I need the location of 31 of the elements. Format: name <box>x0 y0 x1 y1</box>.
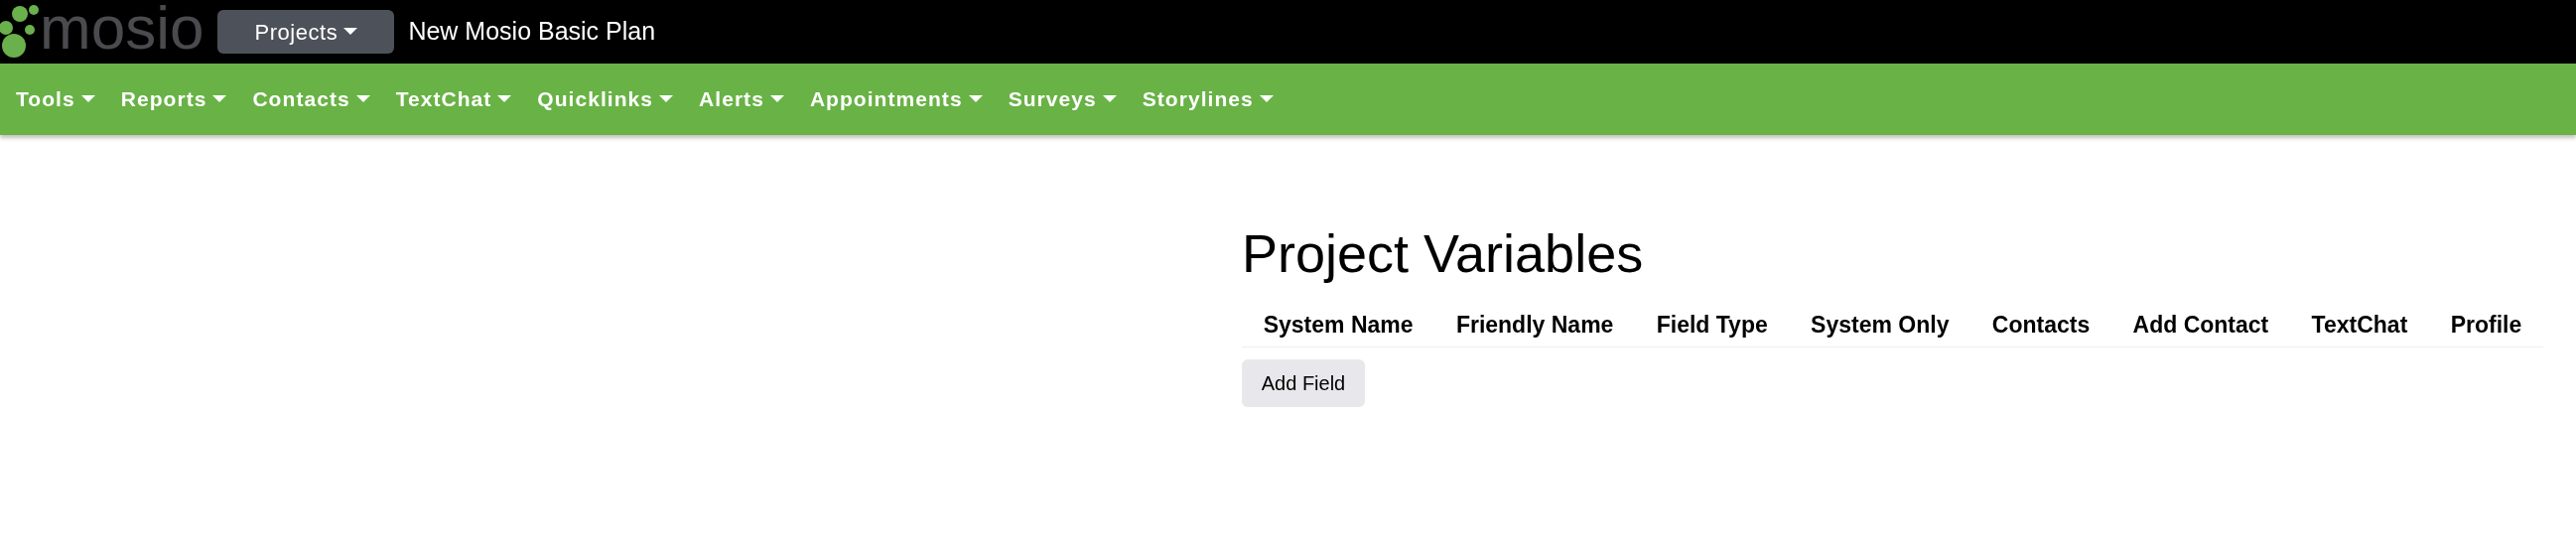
caret-icon <box>80 95 95 103</box>
caret-icon <box>659 95 674 103</box>
column-header: Add Contact <box>2132 311 2269 340</box>
add-field-button[interactable]: Add Field <box>1242 358 1365 407</box>
caret-icon <box>497 95 512 103</box>
nav-menu-item[interactable]: Alerts <box>689 83 794 115</box>
nav-menu-item[interactable]: Appointments <box>799 83 993 115</box>
nav-menu-item[interactable]: Contacts <box>242 83 380 115</box>
column-header: Friendly Name <box>1455 311 1614 340</box>
logo-text: mosio <box>40 0 204 59</box>
caret-icon <box>355 95 370 103</box>
nav-menu-item[interactable]: Reports <box>110 83 237 115</box>
nav-menu-item[interactable]: Quicklinks <box>527 83 684 115</box>
caret-icon <box>343 28 358 36</box>
column-header: System Name <box>1263 311 1414 340</box>
projects-button[interactable]: Projects <box>217 10 395 54</box>
caret-icon <box>1259 95 1274 103</box>
caret-icon <box>769 95 784 103</box>
caret-icon <box>212 95 227 103</box>
nav-menu-item[interactable]: TextChat <box>385 83 522 115</box>
column-header: Field Type <box>1656 311 1768 340</box>
caret-icon <box>1102 95 1117 103</box>
plan-name: New Mosio Basic Plan <box>408 16 656 48</box>
column-header: Contacts <box>1991 311 2091 340</box>
column-header: Profile <box>2450 311 2522 340</box>
nav-menu-item[interactable]: Surveys <box>998 83 1127 115</box>
caret-icon <box>968 95 983 103</box>
nav-menu-item[interactable]: Storylines <box>1132 83 1284 115</box>
column-header: TextChat <box>2311 311 2408 340</box>
nav-menu-item[interactable]: Tools <box>6 83 105 115</box>
column-header: System Only <box>1811 311 1950 340</box>
